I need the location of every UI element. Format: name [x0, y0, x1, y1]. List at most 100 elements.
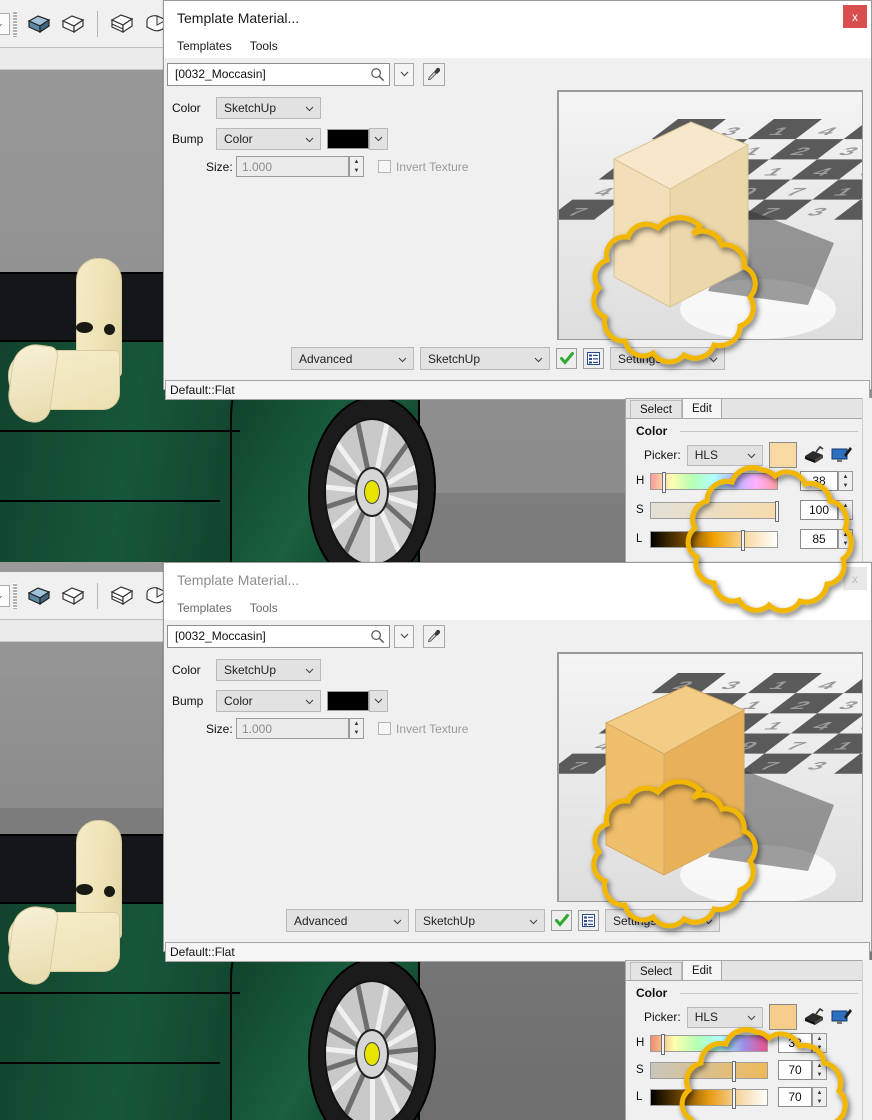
- apply-button[interactable]: [556, 348, 577, 369]
- menu-item-tools[interactable]: Tools: [250, 601, 278, 615]
- stepper-up-icon[interactable]: ▲: [839, 501, 852, 510]
- mode-dropdown[interactable]: Advanced: [291, 347, 414, 370]
- tab-select[interactable]: Select: [630, 962, 682, 980]
- saturation-value-input[interactable]: 70: [778, 1060, 812, 1080]
- screen-picker-icon[interactable]: [831, 1007, 853, 1027]
- lightness-slider-thumb[interactable]: [741, 529, 746, 551]
- dialog-menu-bar[interactable]: Templates Tools: [164, 34, 871, 58]
- lightness-slider-thumb[interactable]: [731, 1087, 736, 1109]
- toolbar-grip[interactable]: [13, 582, 17, 609]
- toolbar-item-wireframe-box[interactable]: [56, 579, 90, 613]
- hue-slider-row[interactable]: H 38 ▲ ▼: [636, 471, 866, 493]
- hue-slider-track[interactable]: [650, 471, 778, 493]
- bump-source-dropdown[interactable]: Color: [216, 690, 321, 712]
- panel-tabs[interactable]: Select Edit: [626, 960, 871, 981]
- search-input[interactable]: [173, 628, 370, 644]
- bump-color-picker[interactable]: [327, 690, 388, 712]
- toolbar-overflow-button[interactable]: ⌄: [0, 584, 10, 607]
- stepper-up-icon[interactable]: ▲: [350, 157, 363, 167]
- bump-color-swatch[interactable]: [327, 691, 369, 711]
- size-input[interactable]: 1.000: [236, 156, 349, 177]
- lightness-stepper[interactable]: ▲ ▼: [812, 1087, 827, 1107]
- toolbar-item-wireframe-box[interactable]: [56, 7, 90, 41]
- hue-slider-track[interactable]: [650, 1033, 768, 1055]
- stepper-down-icon[interactable]: ▼: [839, 539, 852, 548]
- dialog-title-bar[interactable]: Template Material... x: [164, 563, 871, 596]
- hue-stepper[interactable]: ▲ ▼: [838, 471, 853, 491]
- toolbar-item-solid-box[interactable]: [22, 7, 56, 41]
- hue-value-input[interactable]: 38: [778, 1033, 812, 1053]
- stepper-down-icon[interactable]: ▼: [813, 1097, 826, 1106]
- bump-color-dropdown[interactable]: [369, 690, 388, 712]
- size-stepper[interactable]: ▲ ▼: [349, 718, 364, 739]
- hue-value-input[interactable]: 38: [800, 471, 838, 491]
- stepper-down-icon[interactable]: ▼: [350, 167, 363, 177]
- engine-dropdown[interactable]: SketchUp: [420, 347, 550, 370]
- material-search-row[interactable]: [164, 58, 871, 90]
- apply-button[interactable]: [551, 910, 572, 931]
- stepper-up-icon[interactable]: ▲: [813, 1034, 826, 1043]
- toolbar-overflow-button[interactable]: ⌄: [0, 12, 10, 35]
- stepper-up-icon[interactable]: ▲: [839, 530, 852, 539]
- dialog-menu-bar[interactable]: Templates Tools: [164, 596, 871, 620]
- saturation-slider-row[interactable]: S 70 ▲ ▼: [636, 1060, 866, 1082]
- stepper-up-icon[interactable]: ▲: [813, 1061, 826, 1070]
- toolbar-grip[interactable]: [13, 10, 17, 37]
- search-input[interactable]: [173, 66, 370, 82]
- settings-dropdown[interactable]: Settings: [610, 347, 725, 370]
- picker-row[interactable]: Picker: HLS: [644, 442, 853, 468]
- saturation-slider-thumb[interactable]: [775, 500, 779, 522]
- saturation-slider-track[interactable]: [650, 500, 779, 522]
- lightness-value-input[interactable]: 85: [800, 529, 838, 549]
- picker-mode-dropdown[interactable]: HLS: [686, 444, 763, 466]
- stepper-down-icon[interactable]: ▼: [350, 729, 363, 739]
- bump-source-dropdown[interactable]: Color: [216, 128, 321, 150]
- search-dropdown-button[interactable]: [394, 624, 414, 648]
- size-stepper[interactable]: ▲ ▼: [349, 156, 364, 177]
- saturation-slider-row[interactable]: S 100 ▲ ▼: [636, 500, 866, 522]
- lightness-slider-row[interactable]: L 85 ▲ ▼: [636, 529, 866, 551]
- lightness-slider-row[interactable]: L 70 ▲ ▼: [636, 1087, 866, 1109]
- template-material-dialog-bottom[interactable]: Template Material... x Templates Tools […: [163, 562, 872, 962]
- saturation-stepper[interactable]: ▲ ▼: [838, 500, 853, 520]
- materials-color-panel-top[interactable]: Select Edit Color Picker: HLS H 38 ▲ ▼ S…: [625, 398, 872, 562]
- paint-bucket-icon[interactable]: [803, 445, 825, 465]
- stepper-up-icon[interactable]: ▲: [839, 472, 852, 481]
- current-color-swatch[interactable]: [768, 1004, 797, 1030]
- tab-select[interactable]: Select: [630, 400, 682, 418]
- lightness-slider-track[interactable]: [650, 529, 778, 551]
- paint-bucket-icon[interactable]: [803, 1007, 825, 1027]
- settings-dropdown[interactable]: Settings: [605, 909, 720, 932]
- template-material-dialog-top[interactable]: Template Material... x Templates Tools […: [163, 0, 872, 400]
- invert-texture-checkbox[interactable]: [378, 160, 391, 173]
- material-preview[interactable]: 231 421 431 232 197 143 423 971 712 47: [557, 652, 863, 902]
- color-field-row[interactable]: Color SketchUp: [172, 97, 321, 119]
- hue-slider-row[interactable]: H 38 ▲ ▼: [636, 1033, 866, 1055]
- dialog-title-bar[interactable]: Template Material... x: [164, 1, 871, 34]
- menu-item-templates[interactable]: Templates: [177, 601, 232, 615]
- hue-stepper[interactable]: ▲ ▼: [812, 1033, 827, 1053]
- size-input[interactable]: 1.000: [236, 718, 349, 739]
- stepper-up-icon[interactable]: ▲: [813, 1088, 826, 1097]
- close-button[interactable]: x: [843, 567, 867, 590]
- bump-field-row[interactable]: Bump Color: [172, 690, 388, 712]
- menu-item-templates[interactable]: Templates: [177, 39, 232, 53]
- lightness-slider-track[interactable]: [650, 1087, 768, 1109]
- properties-list-button[interactable]: [578, 910, 599, 931]
- bump-color-dropdown[interactable]: [369, 128, 388, 150]
- picker-mode-dropdown[interactable]: HLS: [686, 1006, 763, 1028]
- material-preview[interactable]: 231 421 431 232 197 143 423 971 712 47: [557, 90, 863, 340]
- eyedropper-button[interactable]: [423, 62, 445, 86]
- color-panel-scrollbar-bottom[interactable]: [862, 960, 872, 1120]
- color-panel-scrollbar-top[interactable]: [862, 398, 872, 562]
- tab-edit[interactable]: Edit: [681, 960, 722, 980]
- saturation-stepper[interactable]: ▲ ▼: [812, 1060, 827, 1080]
- tab-edit[interactable]: Edit: [681, 398, 722, 418]
- stepper-down-icon[interactable]: ▼: [839, 510, 852, 519]
- material-search-box[interactable]: [167, 624, 390, 648]
- mode-dropdown[interactable]: Advanced: [286, 909, 409, 932]
- invert-texture-checkbox[interactable]: [378, 722, 391, 735]
- color-source-dropdown[interactable]: SketchUp: [216, 659, 321, 681]
- stepper-up-icon[interactable]: ▲: [350, 719, 363, 729]
- engine-dropdown[interactable]: SketchUp: [415, 909, 545, 932]
